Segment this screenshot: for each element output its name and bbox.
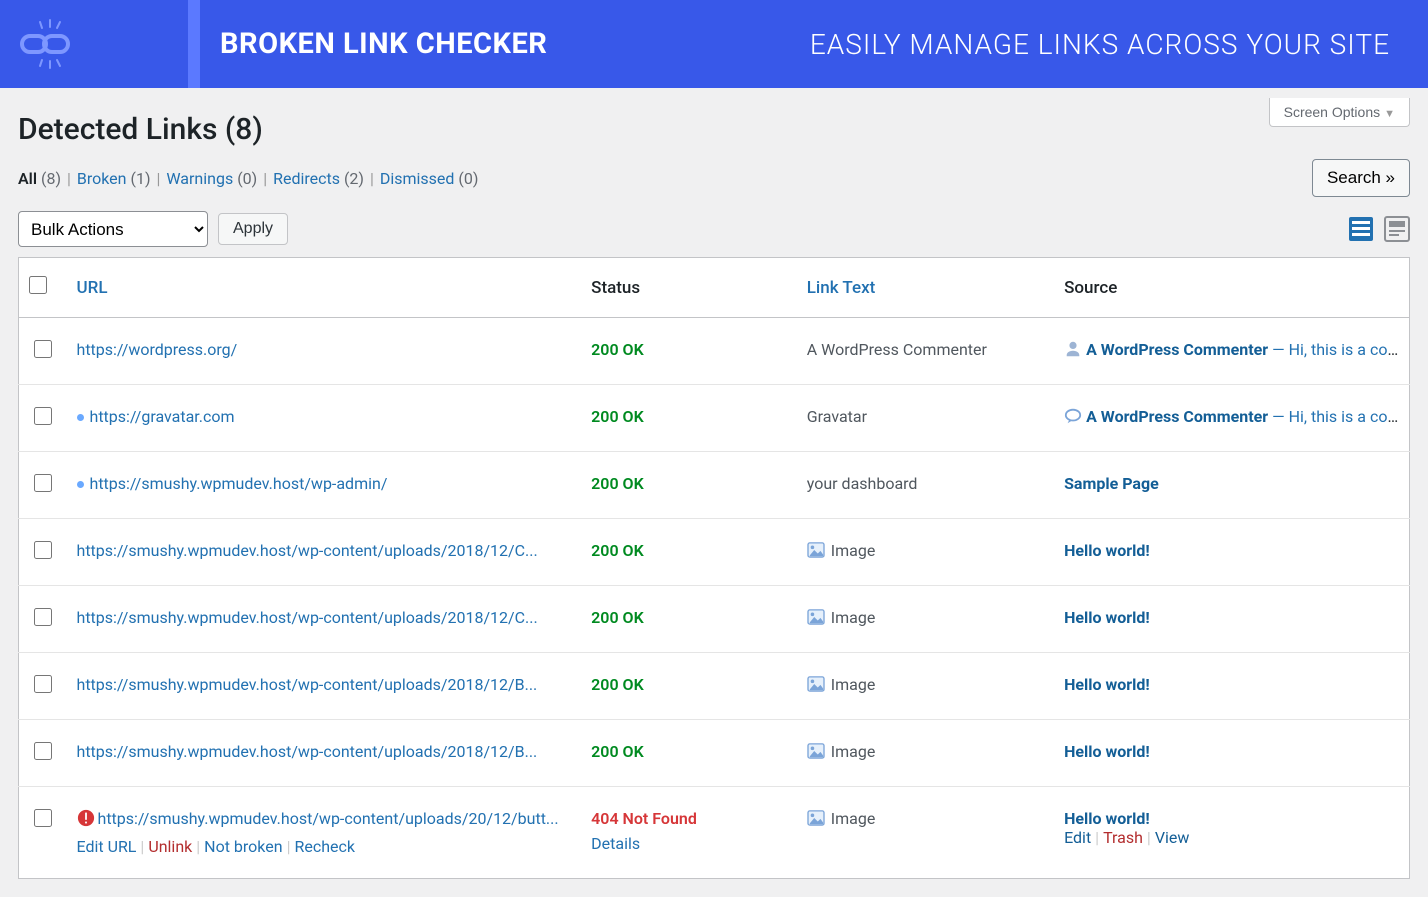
row-checkbox[interactable] bbox=[34, 407, 52, 425]
comment-icon bbox=[1064, 407, 1082, 429]
not-broken-action[interactable]: Not broken bbox=[204, 837, 282, 856]
redirect-icon bbox=[77, 414, 84, 421]
image-icon bbox=[807, 609, 825, 629]
chevron-down-icon: ▼ bbox=[1384, 108, 1395, 120]
filter-broken[interactable]: Broken bbox=[77, 169, 127, 188]
banner-tagline: EASILY MANAGE LINKS ACROSS YOUR SITE bbox=[810, 28, 1390, 61]
table-row: https://wordpress.org/200 OK A WordPress … bbox=[19, 318, 1410, 385]
url-link[interactable]: https://smushy.wpmudev.host/wp-content/u… bbox=[98, 809, 559, 828]
source-link[interactable]: A WordPress Commenter bbox=[1086, 340, 1268, 359]
link-text: Image bbox=[831, 608, 876, 627]
link-text: Image bbox=[831, 742, 876, 761]
banner: BROKEN LINK CHECKER EASILY MANAGE LINKS … bbox=[0, 0, 1428, 88]
table-row: https://smushy.wpmudev.host/wp-content/u… bbox=[19, 653, 1410, 720]
filter-all[interactable]: All bbox=[18, 169, 37, 188]
link-text: A WordPress Commenter bbox=[807, 340, 987, 359]
col-linktext[interactable]: Link Text bbox=[807, 278, 876, 298]
row-checkbox[interactable] bbox=[34, 474, 52, 492]
redirect-icon bbox=[77, 481, 84, 488]
table-row: https://smushy.wpmudev.host/wp-content/u… bbox=[19, 787, 1410, 879]
col-source: Source bbox=[1064, 278, 1117, 298]
image-icon bbox=[807, 676, 825, 696]
status-text: 200 OK bbox=[591, 541, 644, 560]
url-link[interactable]: https://wordpress.org/ bbox=[77, 340, 238, 359]
link-text: your dashboard bbox=[807, 474, 918, 493]
view-switch bbox=[1348, 216, 1410, 242]
filter-dismissed[interactable]: Dismissed bbox=[380, 169, 455, 188]
link-text: Image bbox=[831, 675, 876, 694]
image-icon bbox=[807, 810, 825, 830]
col-url[interactable]: URL bbox=[77, 278, 108, 298]
url-link[interactable]: https://smushy.wpmudev.host/wp-content/u… bbox=[77, 675, 538, 694]
status-text: 200 OK bbox=[591, 407, 644, 426]
row-checkbox[interactable] bbox=[34, 809, 52, 827]
col-status: Status bbox=[591, 278, 640, 298]
bulk-actions-select[interactable]: Bulk Actions bbox=[18, 211, 208, 247]
links-table: URL Status Link Text Source https://word… bbox=[18, 257, 1410, 879]
edit-source-action[interactable]: Edit bbox=[1064, 828, 1091, 847]
url-link[interactable]: https://gravatar.com bbox=[90, 407, 235, 426]
screen-options-button[interactable]: Screen Options▼ bbox=[1269, 98, 1410, 127]
link-text: Image bbox=[831, 541, 876, 560]
apply-button[interactable]: Apply bbox=[218, 213, 288, 245]
url-link[interactable]: https://smushy.wpmudev.host/wp-content/u… bbox=[77, 541, 538, 560]
source-link[interactable]: Hello world! bbox=[1064, 541, 1150, 560]
page-title: Detected Links (8) bbox=[18, 112, 1410, 147]
source-link[interactable]: Hello world! bbox=[1064, 608, 1150, 627]
filter-warnings[interactable]: Warnings bbox=[166, 169, 233, 188]
table-row: https://smushy.wpmudev.host/wp-content/u… bbox=[19, 586, 1410, 653]
filter-bar: All (8) | Broken (1) | Warnings (0) | Re… bbox=[18, 169, 478, 188]
row-checkbox[interactable] bbox=[34, 742, 52, 760]
table-row: https://smushy.wpmudev.host/wp-content/u… bbox=[19, 720, 1410, 787]
select-all-checkbox[interactable] bbox=[29, 276, 47, 294]
edit-url-action[interactable]: Edit URL bbox=[77, 837, 137, 856]
source-row-actions: Edit|Trash|View bbox=[1064, 828, 1399, 847]
table-row: https://smushy.wpmudev.host/wp-admin/200… bbox=[19, 452, 1410, 519]
url-link[interactable]: https://smushy.wpmudev.host/wp-content/u… bbox=[77, 742, 538, 761]
details-link[interactable]: Details bbox=[591, 834, 787, 853]
table-row: https://smushy.wpmudev.host/wp-content/u… bbox=[19, 519, 1410, 586]
row-checkbox[interactable] bbox=[34, 541, 52, 559]
banner-accent bbox=[188, 0, 200, 88]
source-link[interactable]: Hello world! bbox=[1064, 675, 1150, 694]
url-link[interactable]: https://smushy.wpmudev.host/wp-content/u… bbox=[77, 608, 538, 627]
status-text: 404 Not Found bbox=[591, 809, 697, 828]
error-icon bbox=[77, 809, 95, 831]
excerpt-view-icon[interactable] bbox=[1384, 216, 1410, 242]
status-text: 200 OK bbox=[591, 742, 644, 761]
source-snippet: — Hi, this is a co... bbox=[1268, 407, 1400, 426]
source-snippet: — Hi, this is a co... bbox=[1268, 340, 1400, 359]
source-link[interactable]: Hello world! bbox=[1064, 742, 1150, 761]
link-text: Gravatar bbox=[807, 407, 867, 426]
search-button[interactable]: Search » bbox=[1312, 159, 1410, 197]
image-icon bbox=[807, 743, 825, 763]
status-text: 200 OK bbox=[591, 474, 644, 493]
source-link[interactable]: Sample Page bbox=[1064, 474, 1159, 493]
plugin-logo bbox=[0, 0, 94, 88]
source-link[interactable]: A WordPress Commenter bbox=[1086, 407, 1268, 426]
row-checkbox[interactable] bbox=[34, 608, 52, 626]
banner-title: BROKEN LINK CHECKER bbox=[220, 27, 547, 61]
url-link[interactable]: https://smushy.wpmudev.host/wp-admin/ bbox=[90, 474, 388, 493]
source-link[interactable]: Hello world! bbox=[1064, 809, 1150, 828]
url-row-actions: Edit URL|Unlink|Not broken|Recheck bbox=[77, 837, 572, 856]
filter-redirects[interactable]: Redirects bbox=[273, 169, 340, 188]
list-view-icon[interactable] bbox=[1348, 216, 1374, 242]
status-text: 200 OK bbox=[591, 675, 644, 694]
row-checkbox[interactable] bbox=[34, 340, 52, 358]
status-text: 200 OK bbox=[591, 340, 644, 359]
recheck-action[interactable]: Recheck bbox=[294, 837, 355, 856]
link-text: Image bbox=[831, 809, 876, 828]
unlink-action[interactable]: Unlink bbox=[148, 837, 192, 856]
view-action[interactable]: View bbox=[1155, 828, 1190, 847]
user-icon bbox=[1064, 340, 1082, 362]
table-row: https://gravatar.com 200 OK Gravatar A Word… bbox=[19, 385, 1410, 452]
image-icon bbox=[807, 542, 825, 562]
trash-action[interactable]: Trash bbox=[1103, 828, 1143, 847]
status-text: 200 OK bbox=[591, 608, 644, 627]
row-checkbox[interactable] bbox=[34, 675, 52, 693]
